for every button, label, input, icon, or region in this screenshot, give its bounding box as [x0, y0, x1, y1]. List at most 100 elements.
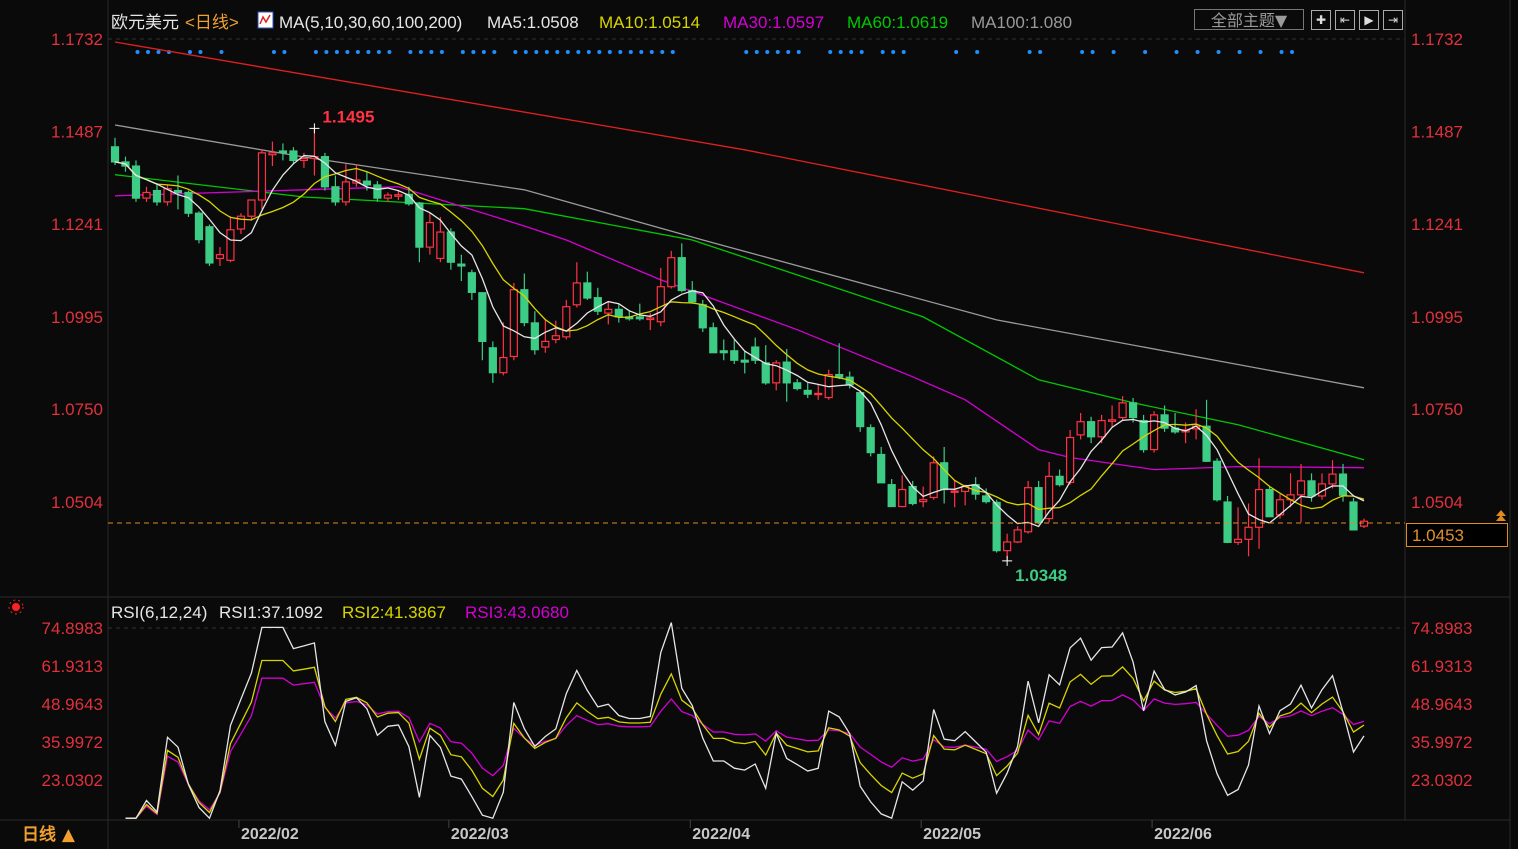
candle-down	[320, 152, 330, 191]
candle-down	[1265, 486, 1274, 518]
signal-dot	[471, 50, 476, 54]
candle-body	[656, 286, 665, 323]
candle-body	[814, 392, 823, 396]
signal-dot	[135, 50, 140, 54]
rsi-axis-label-right: 61.9313	[1411, 657, 1472, 676]
candle-down	[1212, 458, 1222, 502]
signal-dot	[460, 50, 465, 54]
signal-dot	[313, 50, 318, 54]
candle-body	[488, 347, 497, 374]
crosshair-tool-button[interactable]: ✚	[1311, 10, 1331, 30]
candle-body	[383, 194, 392, 199]
price-axis-label-left: 1.1732	[51, 30, 103, 49]
signal-dot	[786, 50, 791, 54]
signal-dot	[1258, 50, 1263, 54]
ma-legend-value: MA30:1.0597	[723, 13, 824, 32]
price-axis-label-left: 1.1241	[51, 215, 103, 234]
rsi-indicator-label: RSI(6,12,24)	[111, 603, 207, 622]
signal-dot	[954, 50, 959, 54]
price-axis-label-left: 1.0504	[51, 493, 103, 512]
signal-dot	[513, 50, 518, 54]
signal-dot	[607, 50, 612, 54]
candle-down	[205, 224, 214, 266]
candle-body	[1349, 501, 1358, 531]
candle-body	[1254, 488, 1264, 528]
signal-dot	[1038, 50, 1043, 54]
candle-body	[373, 184, 382, 199]
candle-body	[1003, 541, 1012, 552]
candle-body	[761, 362, 770, 384]
candle-body	[1097, 419, 1106, 438]
zoom-range-tool-button[interactable]: ⇤	[1335, 10, 1355, 30]
signal-dot	[282, 50, 287, 54]
chart-canvas[interactable]: 欧元美元 <日线> MA(5,10,30,60,100,200) MA5:1.0…	[0, 0, 1518, 849]
signal-dot	[1111, 50, 1116, 54]
candle-body	[1359, 520, 1369, 527]
price-axis-label-right: 1.0995	[1411, 308, 1463, 327]
signal-dot	[670, 50, 675, 54]
signal-dot	[1195, 50, 1200, 54]
rsi-axis-label-left: 74.8983	[42, 619, 103, 638]
candle-body	[1108, 419, 1117, 422]
price-axis-label-left: 1.1487	[51, 122, 103, 141]
candle-up	[1024, 480, 1033, 534]
candle-body	[698, 304, 707, 329]
rsi-axis-label-left: 48.9643	[42, 695, 103, 714]
play-tool-button[interactable]: ▶	[1359, 10, 1379, 30]
candle-body	[331, 186, 340, 203]
ma-legend-value: MA10:1.0514	[599, 13, 700, 32]
candle-body	[1244, 526, 1253, 540]
ma-legend-value: MA100:1.080	[971, 13, 1072, 32]
signal-dot	[880, 50, 885, 54]
candle-body	[730, 350, 739, 361]
candle-down	[184, 190, 193, 217]
candle-body	[509, 289, 518, 358]
candle-body	[593, 297, 602, 312]
candle-body	[719, 350, 728, 354]
signal-dot	[901, 50, 906, 54]
price-axis-label-left: 1.0750	[51, 400, 103, 419]
signal-dot	[1216, 50, 1221, 54]
candle-body	[299, 157, 309, 162]
candle-body	[1128, 402, 1138, 419]
ma-indicator-label: MA(5,10,30,60,100,200)	[279, 13, 462, 32]
date-axis-label: 2022/05	[923, 826, 981, 843]
candle-body	[425, 222, 434, 248]
signal-dot	[481, 50, 486, 54]
candle-body	[215, 254, 225, 260]
candle-body	[1087, 421, 1096, 438]
date-axis-label: 2022/06	[1154, 826, 1212, 843]
candle-body	[467, 272, 476, 293]
signal-dot	[198, 50, 203, 54]
candle-body	[856, 392, 865, 428]
period-selector-button[interactable]: 日线 ▲	[6, 822, 104, 848]
candle-body	[635, 316, 644, 320]
ma-legend-value: MA5:1.0508	[487, 13, 579, 32]
candle-body	[1202, 425, 1211, 462]
candle-body	[709, 327, 718, 354]
signal-dot	[639, 50, 644, 54]
jump-latest-tool-button[interactable]: ⇥	[1383, 10, 1403, 30]
ma-indicator-icon	[257, 11, 274, 29]
price-axis-label-right: 1.1241	[1411, 215, 1463, 234]
candle-down	[194, 211, 204, 244]
candle-body	[341, 181, 351, 203]
candle-up	[509, 282, 518, 361]
signal-dot	[1174, 50, 1179, 54]
signal-dot	[1290, 50, 1295, 54]
signal-dot	[439, 50, 444, 54]
candle-up	[1066, 429, 1075, 485]
signal-dot	[796, 50, 801, 54]
signal-dot	[555, 50, 560, 54]
candle-body	[992, 501, 1001, 552]
candle-body	[982, 495, 991, 503]
candle-body	[1307, 480, 1316, 497]
signal-dot	[1090, 50, 1095, 54]
candle-body	[793, 382, 802, 390]
candle-body	[740, 359, 749, 363]
price-axis-label-right: 1.1732	[1411, 30, 1463, 49]
signal-dot	[345, 50, 350, 54]
candle-up	[257, 149, 267, 210]
candle-body	[257, 152, 267, 201]
theme-dropdown[interactable]: 全部主题▼	[1194, 9, 1304, 30]
